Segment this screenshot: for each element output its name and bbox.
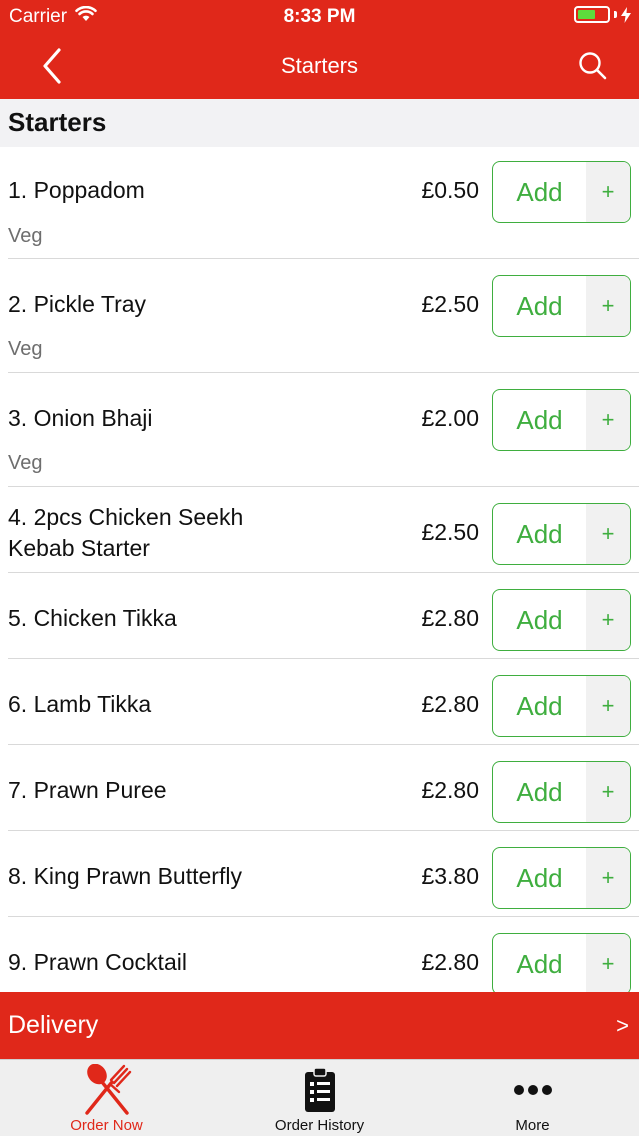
delivery-bar[interactable]: Delivery > [0, 992, 639, 1059]
menu-list: 1. Poppadom Veg £0.50 Add + 2. Pickle Tr… [0, 147, 639, 992]
add-label: Add [516, 690, 563, 721]
clipboard-list-icon [213, 1064, 426, 1116]
item-price: £2.50 [421, 291, 479, 317]
menu-item: 6. Lamb Tikka £2.80 Add + [0, 659, 639, 745]
item-tag: Veg [8, 338, 43, 360]
plus-icon: + [586, 848, 630, 908]
plus-icon: + [586, 162, 630, 222]
item-price: £0.50 [421, 177, 479, 203]
status-time: 8:33 PM [283, 6, 356, 27]
item-price: £2.80 [421, 605, 479, 631]
tab-label: Order History [274, 1117, 365, 1134]
menu-item: 1. Poppadom Veg £0.50 Add + [0, 147, 639, 259]
add-label: Add [516, 948, 563, 979]
plus-icon: + [586, 762, 630, 822]
menu-item: 9. Prawn Cocktail £2.80 Add + [0, 917, 639, 992]
fork-knife-icon [0, 1064, 213, 1116]
add-label: Add [516, 404, 563, 435]
item-price: £2.80 [421, 691, 479, 717]
item-price: £3.80 [421, 863, 479, 889]
plus-icon: + [586, 676, 630, 736]
plus-icon: + [586, 504, 630, 564]
add-button[interactable]: Add + [492, 675, 631, 737]
menu-item: 2. Pickle Tray Veg £2.50 Add + [0, 259, 639, 373]
menu-item: 4. 2pcs Chicken Seekh Kebab Starter £2.5… [0, 487, 639, 573]
tab-label: More [515, 1117, 550, 1134]
section-header: Starters [0, 99, 639, 147]
item-name: 4. 2pcs Chicken Seekh Kebab Starter [8, 504, 244, 561]
add-button[interactable]: Add + [492, 389, 631, 451]
add-label: Add [516, 176, 563, 207]
add-label: Add [516, 776, 563, 807]
add-button[interactable]: Add + [492, 933, 631, 992]
plus-icon: + [586, 590, 630, 650]
tab-more[interactable]: More [426, 1060, 639, 1136]
menu-item: 8. King Prawn Butterfly £3.80 Add + [0, 831, 639, 917]
item-name: 8. King Prawn Butterfly [8, 863, 242, 889]
status-bar: Carrier 8:33 PM [0, 0, 639, 34]
section-title: Starters [8, 107, 107, 137]
item-tag: Veg [8, 225, 43, 247]
item-price: £2.80 [421, 777, 479, 803]
navigation-bar: Starters [0, 34, 639, 99]
top-bar: Carrier 8:33 PM Starters [0, 0, 639, 99]
add-button[interactable]: Add + [492, 161, 631, 223]
item-name: 9. Prawn Cocktail [8, 949, 187, 975]
more-dots-icon [426, 1064, 639, 1116]
plus-icon: + [586, 934, 630, 992]
plus-icon: + [586, 276, 630, 336]
add-button[interactable]: Add + [492, 589, 631, 651]
item-tag: Veg [8, 452, 43, 474]
search-icon [579, 52, 607, 80]
add-label: Add [516, 518, 563, 549]
battery-icon [574, 6, 631, 23]
page-title: Starters [280, 53, 359, 78]
search-button[interactable] [571, 44, 615, 88]
item-name: 7. Prawn Puree [8, 777, 167, 803]
add-button[interactable]: Add + [492, 847, 631, 909]
add-button[interactable]: Add + [492, 503, 631, 565]
item-price: £2.80 [421, 949, 479, 975]
item-name: 3. Onion Bhaji [8, 405, 153, 431]
add-label: Add [516, 862, 563, 893]
add-button[interactable]: Add + [492, 275, 631, 337]
menu-item: 5. Chicken Tikka £2.80 Add + [0, 573, 639, 659]
charging-bolt-icon [621, 6, 631, 23]
tab-order-history[interactable]: Order History [213, 1060, 426, 1136]
item-price: £2.50 [421, 519, 479, 545]
item-price: £2.00 [421, 405, 479, 431]
delivery-label: Delivery [8, 1011, 99, 1039]
item-name: 6. Lamb Tikka [8, 691, 152, 717]
item-name: 5. Chicken Tikka [8, 605, 177, 631]
item-name: 1. Poppadom [8, 177, 145, 203]
menu-item: 3. Onion Bhaji Veg £2.00 Add + [0, 373, 639, 487]
add-label: Add [516, 604, 563, 635]
add-label: Add [516, 290, 563, 321]
add-button[interactable]: Add + [492, 761, 631, 823]
plus-icon: + [586, 390, 630, 450]
tab-bar: Order Now Order History More [0, 1059, 639, 1136]
tab-label: Order Now [70, 1117, 143, 1134]
chevron-right-icon: > [616, 1013, 629, 1038]
menu-item: 7. Prawn Puree £2.80 Add + [0, 745, 639, 831]
tab-order-now[interactable]: Order Now [0, 1060, 213, 1136]
item-name: 2. Pickle Tray [8, 291, 147, 317]
